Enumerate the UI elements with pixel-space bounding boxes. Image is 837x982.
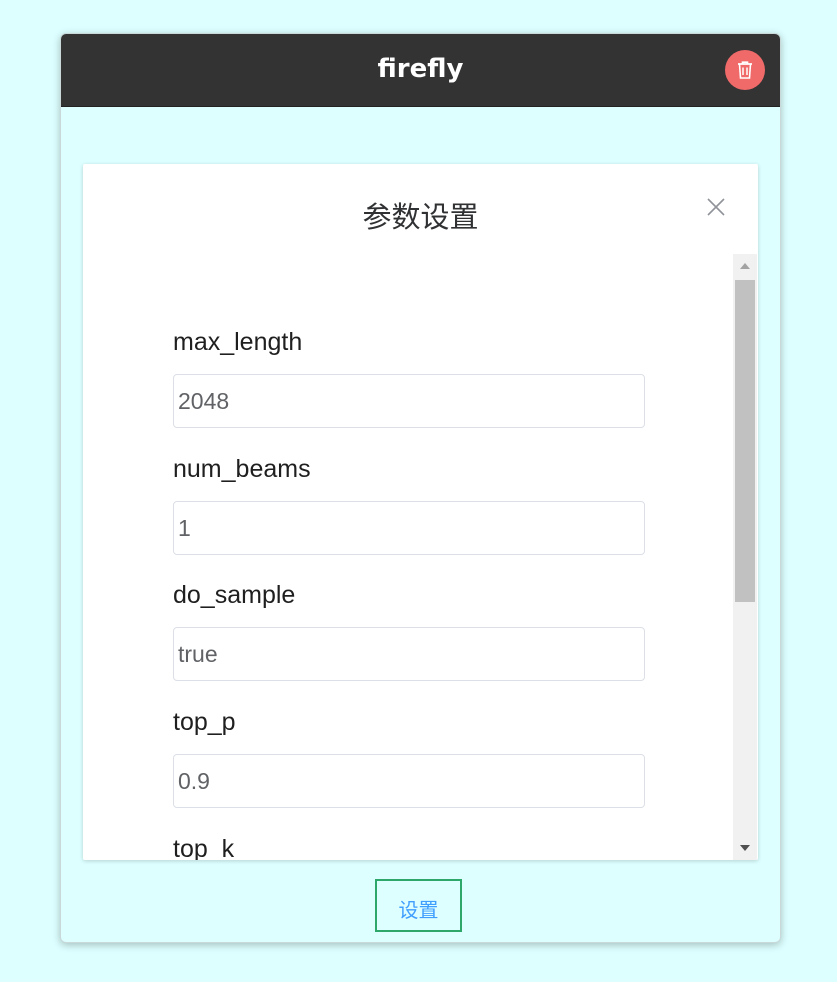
field-label: max_length — [173, 328, 303, 356]
field-label: top_p — [173, 708, 236, 736]
scroll-thumb[interactable] — [735, 280, 755, 602]
close-button[interactable] — [705, 196, 727, 218]
set-button[interactable]: 设置 — [375, 879, 462, 932]
dialog-title: 参数设置 — [362, 200, 479, 234]
settings-dialog: 参数设置 max_length num_beams do_sample top_… — [83, 164, 758, 860]
max-length-input[interactable] — [173, 374, 645, 428]
field-max-length: max_length — [173, 327, 645, 428]
trash-icon — [738, 61, 752, 79]
caret-up-icon — [740, 263, 750, 269]
do-sample-input[interactable] — [173, 627, 645, 681]
header-bar: firefly — [61, 34, 780, 107]
field-top-p: top_p — [173, 707, 645, 808]
close-icon — [707, 198, 725, 216]
field-num-beams: num_beams — [173, 454, 645, 555]
dialog-body: max_length num_beams do_sample top_p top… — [83, 254, 733, 860]
field-do-sample: do_sample — [173, 580, 645, 681]
scroll-down-arrow[interactable] — [733, 836, 757, 860]
field-label: do_sample — [173, 581, 296, 609]
app-title: firefly — [377, 54, 464, 84]
scroll-up-arrow[interactable] — [733, 254, 757, 278]
app-window: firefly 参数设置 max_length num_beams — [60, 33, 781, 943]
top-p-input[interactable] — [173, 754, 645, 808]
field-label: num_beams — [173, 455, 311, 483]
field-top-k: top_k — [173, 834, 645, 860]
num-beams-input[interactable] — [173, 501, 645, 555]
clear-button[interactable] — [725, 50, 765, 90]
scrollbar[interactable] — [733, 254, 757, 860]
field-label: top_k — [173, 835, 235, 860]
caret-down-icon — [740, 845, 750, 851]
